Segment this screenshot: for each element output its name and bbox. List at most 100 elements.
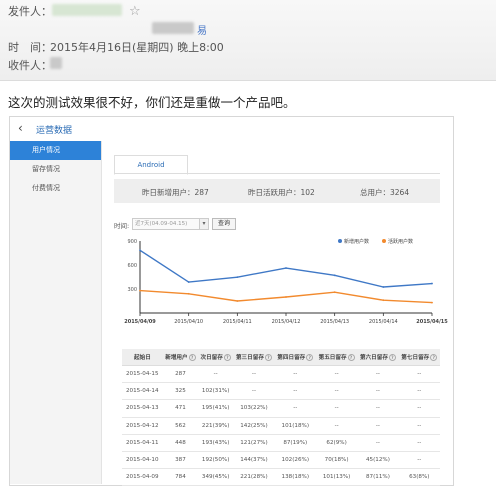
table-cell: 193(43%) — [198, 434, 234, 452]
time-value: 2015年4月16日(星期四) 晚上8:00 — [50, 41, 224, 54]
table-cell: -- — [398, 399, 440, 418]
table-cell: 325 — [162, 382, 199, 401]
legend-marker — [382, 239, 386, 243]
time-filter-label: 时间: — [114, 222, 130, 230]
help-icon[interactable]: ? — [264, 354, 272, 361]
table-cell: 87(11%) — [357, 468, 399, 487]
series-1-point — [236, 276, 239, 279]
recipient-redacted — [50, 57, 62, 69]
table-row: 2015-04-15 287 -- -- -- -- -- -- — [122, 365, 440, 384]
sender-address-redacted — [152, 22, 194, 34]
table-header-cell: 第六日留存? — [357, 349, 399, 366]
table-cell: 471 — [162, 399, 199, 418]
sidebar-item-payment[interactable]: 付费情况 — [10, 179, 101, 198]
sidebar: 用户情况 留存情况 付费情况 — [10, 141, 102, 484]
table-cell: -- — [274, 365, 316, 384]
total-users: 总用户：3264 — [360, 188, 410, 197]
help-icon[interactable]: ? — [430, 354, 438, 361]
table-cell: 103(22%) — [233, 399, 275, 418]
table-cell: 102(26%) — [274, 451, 316, 470]
table-header-cell: 次日留存? — [198, 349, 234, 366]
series-2-point — [285, 296, 287, 298]
table-cell: 2015-04-12 — [122, 417, 163, 435]
table-cell: 102(31%) — [198, 382, 234, 401]
help-icon[interactable]: ? — [188, 354, 196, 361]
table-body: 2015-04-15 287 -- -- -- -- -- -- 2015-04-14 325 10… — [122, 365, 440, 487]
table-cell: -- — [315, 382, 358, 401]
operations-dashboard: ‹ 运营数据 用户情况 留存情况 付费情况 Android 昨日新增用户：287… — [9, 116, 454, 487]
back-arrow-icon[interactable]: ‹ — [18, 121, 23, 135]
query-button[interactable]: 查询 — [212, 218, 236, 230]
table-cell: -- — [315, 399, 358, 418]
table-cell: 2015-04-14 — [122, 382, 163, 401]
x-tick-label: 2015/04/13 — [320, 319, 349, 325]
time-label: 时 间： — [8, 41, 52, 54]
table-cell: -- — [233, 365, 275, 384]
help-icon[interactable]: ? — [347, 354, 355, 361]
table-cell: -- — [198, 365, 234, 384]
series-2-point — [187, 292, 190, 295]
help-icon[interactable]: ? — [306, 354, 314, 361]
table-cell: 192(50%) — [198, 451, 234, 470]
series-2-point — [333, 291, 336, 294]
table-row: 2015-04-09 784 349(45%) 221(28%) 138(18%) 101… — [122, 468, 440, 487]
series-1-point — [187, 281, 190, 283]
table-header-cell: 新增用户? — [162, 349, 199, 366]
table-cell: -- — [398, 365, 440, 384]
series-1-point — [333, 274, 336, 277]
tab-android[interactable]: Android — [114, 155, 188, 175]
table-cell: 63(8%) — [398, 468, 440, 487]
table-cell: -- — [315, 417, 358, 435]
x-tick-label: 2015/04/09 — [124, 319, 156, 325]
star-icon[interactable]: ☆ — [129, 4, 141, 19]
table-cell: 221(28%) — [233, 468, 275, 487]
series-1-point — [285, 267, 287, 269]
table-cell: -- — [398, 451, 440, 470]
table-row: 2015-04-11 448 193(43%) 121(27%) 87(19%) 62(9… — [122, 434, 440, 452]
table-cell: 387 — [162, 451, 199, 470]
series-2-point — [382, 299, 385, 302]
email-message: 这次的测试效果很不好，你们还是重做一个产品吧。 — [8, 95, 296, 110]
table-header-row: 起始日 新增用户? 次日留存? 第三日留存? 第四日留存? 第五日留存? 第六日留存? 第七日… — [122, 349, 440, 366]
table-cell: 287 — [162, 365, 199, 384]
table-cell: 121(27%) — [233, 434, 275, 452]
x-tick-label: 2015/04/11 — [223, 319, 252, 325]
table-cell: -- — [357, 382, 399, 401]
table-header-cell: 第四日留存? — [274, 349, 316, 366]
y-tick-label: 600 — [127, 263, 137, 269]
table-cell: -- — [274, 399, 316, 418]
help-icon[interactable]: ? — [223, 354, 231, 361]
x-tick-label: 2015/04/15 — [416, 319, 448, 325]
sidebar-item-users[interactable]: 用户情况 — [10, 141, 101, 160]
series-1-point — [139, 249, 141, 252]
help-icon[interactable]: ? — [388, 354, 396, 361]
x-tick-label: 2015/04/12 — [272, 319, 301, 325]
series-2-point — [236, 300, 239, 302]
sidebar-item-retention[interactable]: 留存情况 — [10, 160, 101, 179]
table-cell: 70(18%) — [315, 451, 358, 470]
table-cell: 101(18%) — [274, 417, 316, 435]
table-cell: 45(12%) — [357, 451, 399, 470]
table-header-cell: 第七日留存? — [398, 349, 440, 366]
sender-label: 发件人： — [8, 5, 52, 18]
table-header-cell: 起始日 — [122, 349, 163, 366]
table-cell: 2015-04-13 — [122, 399, 163, 418]
users-line-chart: 900 600 300 2015/04/09 2015/04/10 2015/04/11 2… — [114, 237, 448, 329]
table-cell: -- — [398, 434, 440, 452]
table-cell: 144(37%) — [233, 451, 275, 470]
x-tick-label: 2015/04/10 — [174, 319, 203, 325]
legend-label: 活跃用户数 — [388, 238, 413, 245]
table-row: 2015-04-10 387 192(50%) 144(37%) 102(26%) 70(… — [122, 451, 440, 470]
table-cell: -- — [398, 417, 440, 435]
table-cell: 349(45%) — [198, 468, 234, 487]
table-cell: 62(9%) — [315, 434, 358, 452]
table-cell: -- — [357, 417, 399, 435]
table-cell: 87(19%) — [274, 434, 316, 452]
legend-label: 新增用户数 — [344, 238, 369, 245]
chevron-down-icon[interactable]: ▾ — [199, 218, 209, 230]
table-row: 2015-04-12 562 221(39%) 142(25%) 101(18%) -- -… — [122, 417, 440, 435]
date-range-select[interactable]: 近7天(04.09-04.15) — [132, 218, 200, 230]
table-cell: 2015-04-09 — [122, 468, 163, 487]
table-cell: 2015-04-11 — [122, 434, 163, 452]
series-1-point — [431, 282, 433, 285]
